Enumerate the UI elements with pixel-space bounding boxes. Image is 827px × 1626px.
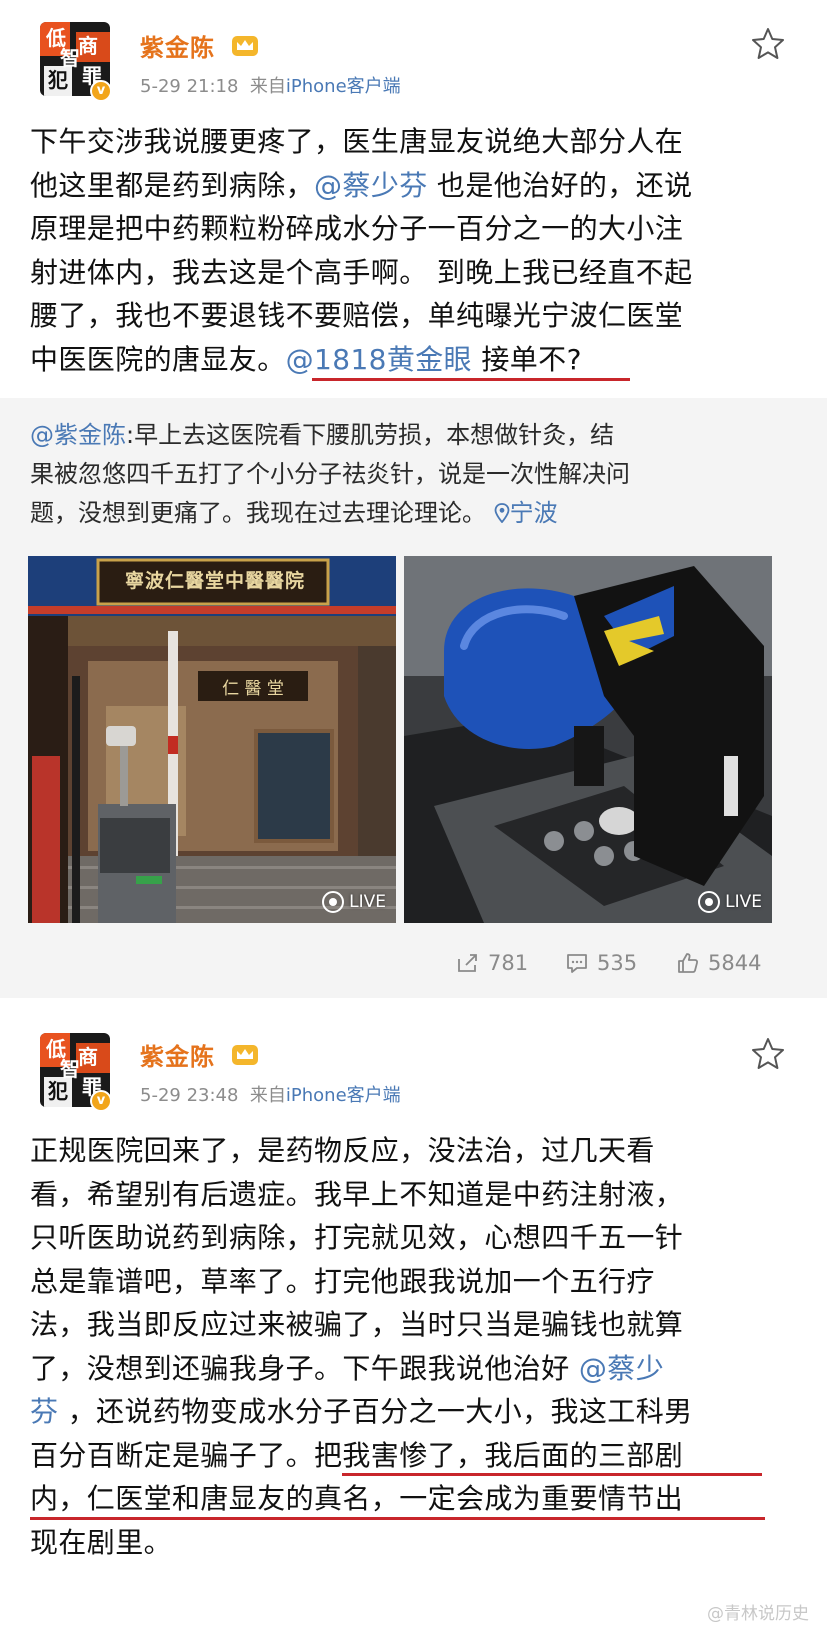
photo-hospital-entrance[interactable]: 寧波仁醫堂中醫醫院 仁 醫 堂 LIVE: [28, 556, 396, 923]
repost-count: 781: [488, 951, 529, 975]
post-line: 总是靠谱吧，草率了。打完他跟我说加一个五行疗: [30, 1260, 800, 1304]
live-photo-icon: [322, 891, 345, 913]
post-line: 百分百断定是骗子了。把我害惨了，我后面的三部剧: [30, 1434, 800, 1478]
post-text: 只听医助说药到病除，打完就见效，心想四千五一针: [30, 1221, 684, 1254]
watermark: @青林说历史: [707, 1604, 809, 1624]
post-text: 射进体内，我去这是个高手啊。 到晚上我已经直不起: [30, 255, 693, 289]
comment-button[interactable]: 535: [565, 951, 637, 975]
post-text: 腰了，我也不要退钱不要赔偿，单纯曝光宁波仁医堂: [30, 299, 684, 332]
post-line: 下午交涉我说腰更疼了，医生唐显友说绝大部分人在: [30, 120, 800, 164]
via-label: 来自: [249, 1085, 286, 1106]
post-line: 原理是把中药颗粒粉碎成水分子一百分之一的大小注: [30, 207, 800, 251]
post-text: 总是靠谱吧，草率了。打完他跟我说加一个五行疗: [30, 1264, 655, 1298]
post-meta: 5-29 23:48 来自iPhone客户端: [140, 1081, 401, 1107]
post-line: 看，希望别有后遗症。我早上不知道是中药注射液，: [30, 1173, 800, 1217]
post-text: 正规医院回来了，是药物反应，没法治，过几天看: [30, 1134, 655, 1167]
reposted-content[interactable]: @紫金陈:早上去这医院看下腰肌劳损，本想做针灸，结 果被忽悠四千五打了个小分子祛…: [0, 398, 827, 998]
mention-link[interactable]: @蔡少芬: [314, 169, 428, 202]
verified-badge-icon: v: [90, 80, 112, 102]
post-text: 也是他治好的，还说: [427, 168, 693, 202]
post-text: 接单不?: [472, 342, 582, 376]
post-line: 现在剧里。: [30, 1521, 800, 1565]
repost-button[interactable]: 781: [456, 951, 528, 975]
verified-badge-icon: v: [90, 1090, 112, 1112]
post-text: 百分百断定是骗子了。把我害惨了，我后面的三部剧: [30, 1438, 684, 1472]
location-tag[interactable]: 宁波: [494, 499, 558, 527]
post-line: 法，我当即反应过来被骗了，当时只当是骗钱也就算: [30, 1303, 800, 1347]
live-badge: LIVE: [698, 891, 762, 913]
mention-link[interactable]: @蔡少: [579, 1352, 664, 1385]
post-line: 腰了，我也不要退钱不要赔偿，单纯曝光宁波仁医堂: [30, 294, 800, 338]
post-line: 正规医院回来了，是药物反应，没法治，过几天看: [30, 1129, 800, 1173]
comment-icon: [567, 954, 587, 973]
live-photo-icon: [698, 891, 721, 913]
repost-line-3: 题，没想到更痛了。我现在过去理论理论。 宁波: [30, 494, 800, 533]
post-line: 射进体内，我去这是个高手啊。 到晚上我已经直不起: [30, 251, 800, 295]
like-button[interactable]: 5844: [676, 951, 761, 975]
post-time: 5-29 21:18: [140, 76, 239, 97]
mention-link[interactable]: 芬: [30, 1395, 58, 1428]
repost-line-3-text: 题，没想到更痛了。我现在过去理论理论。: [30, 499, 486, 527]
mention-link[interactable]: @1818黄金眼: [286, 343, 472, 376]
post-text: 原理是把中药颗粒粉碎成水分子一百分之一的大小注: [30, 212, 684, 245]
post-time: 5-29 23:48: [140, 1085, 239, 1106]
repost-author-link[interactable]: @紫金陈: [30, 421, 126, 449]
post-line: 他这里都是药到病除，@蔡少芬 也是他治好的，还说: [30, 164, 800, 208]
source-link[interactable]: iPhone客户端: [286, 76, 401, 97]
post-text: 中医医院的唐显友。: [30, 342, 286, 376]
via-label: 来自: [249, 76, 286, 97]
repost-icon: [458, 954, 477, 972]
post-text: 了，没想到还骗我身子。下午跟我说他治好: [30, 1351, 579, 1385]
like-count: 5844: [708, 951, 762, 975]
post-text: 看，希望别有后遗症。我早上不知道是中药注射液，: [30, 1177, 684, 1211]
repost-text: @紫金陈:早上去这医院看下腰肌劳损，本想做针灸，结 果被忽悠四千五打了个小分子祛…: [30, 416, 800, 533]
comment-count: 535: [597, 951, 638, 975]
weibo-post-2: 低 商 智 犯 罪 v 紫金陈 5-29 23:48 来自iPhone客户端 正…: [0, 1032, 827, 1626]
thumbs-up-icon: [678, 953, 699, 973]
post-line: 了，没想到还骗我身子。下午跟我说他治好 @蔡少: [30, 1347, 800, 1391]
red-underline: [342, 1473, 762, 1476]
favorite-star-icon[interactable]: [750, 1036, 786, 1072]
crown-icon: [232, 1045, 258, 1065]
post-text: 现在剧里。: [30, 1525, 173, 1559]
crown-icon: [232, 36, 258, 56]
live-badge: LIVE: [322, 891, 386, 913]
post-body: 正规医院回来了，是药物反应，没法治，过几天看 看，希望别有后遗症。我早上不知道是中…: [30, 1129, 800, 1564]
door-sign: 仁 醫 堂: [222, 679, 284, 699]
username[interactable]: 紫金陈: [140, 1037, 215, 1072]
post-meta: 5-29 21:18 来自iPhone客户端: [140, 72, 401, 98]
username[interactable]: 紫金陈: [140, 28, 215, 63]
hospital-sign: 寧波仁醫堂中醫醫院: [124, 570, 305, 592]
boxing-glove-image: [404, 556, 772, 923]
post-body: 下午交涉我说腰更疼了，医生唐显友说绝大部分人在 他这里都是药到病除，@蔡少芬 也是…: [30, 120, 800, 381]
post-line: 内，仁医堂和唐显友的真名，一定会成为重要情节出: [30, 1477, 800, 1521]
source-link[interactable]: iPhone客户端: [286, 1085, 401, 1106]
post-line: 只听医助说药到病除，打完就见效，心想四千五一针: [30, 1216, 800, 1260]
live-label: LIVE: [725, 892, 762, 912]
post-line: 中医医院的唐显友。@1818黄金眼 接单不?: [30, 338, 800, 382]
repost-line-1: :早上去这医院看下腰肌劳损，本想做针灸，结: [126, 421, 615, 449]
location-label: 宁波: [509, 499, 558, 527]
post-text: 他这里都是药到病除，: [30, 168, 315, 202]
red-underline: [312, 378, 630, 381]
red-underline: [30, 1517, 765, 1520]
post-text: 法，我当即反应过来被骗了，当时只当是骗钱也就算: [30, 1308, 684, 1341]
post-line: 芬 ，还说药物变成水分子百分之一大小，我这工科男: [30, 1390, 800, 1434]
location-pin-icon: [494, 503, 510, 523]
favorite-star-icon[interactable]: [750, 26, 786, 62]
weibo-post-1: 低 商 智 犯 罪 v 紫金陈 5-29 21:18 来自iPhone客户端 下…: [0, 0, 827, 1032]
repost-line-2: 果被忽悠四千五打了个小分子祛炎针，说是一次性解决问: [30, 460, 630, 488]
live-label: LIVE: [349, 892, 386, 912]
post-text: 下午交涉我说腰更疼了，医生唐显友说绝大部分人在: [30, 125, 684, 158]
post-text: ，还说药物变成水分子百分之一大小，我这工科男: [58, 1395, 693, 1428]
hospital-entrance-image: [28, 556, 396, 923]
post-text: 内，仁医堂和唐显友的真名，一定会成为重要情节出: [30, 1482, 684, 1515]
photo-boxing-glove[interactable]: LIVE: [404, 556, 772, 923]
